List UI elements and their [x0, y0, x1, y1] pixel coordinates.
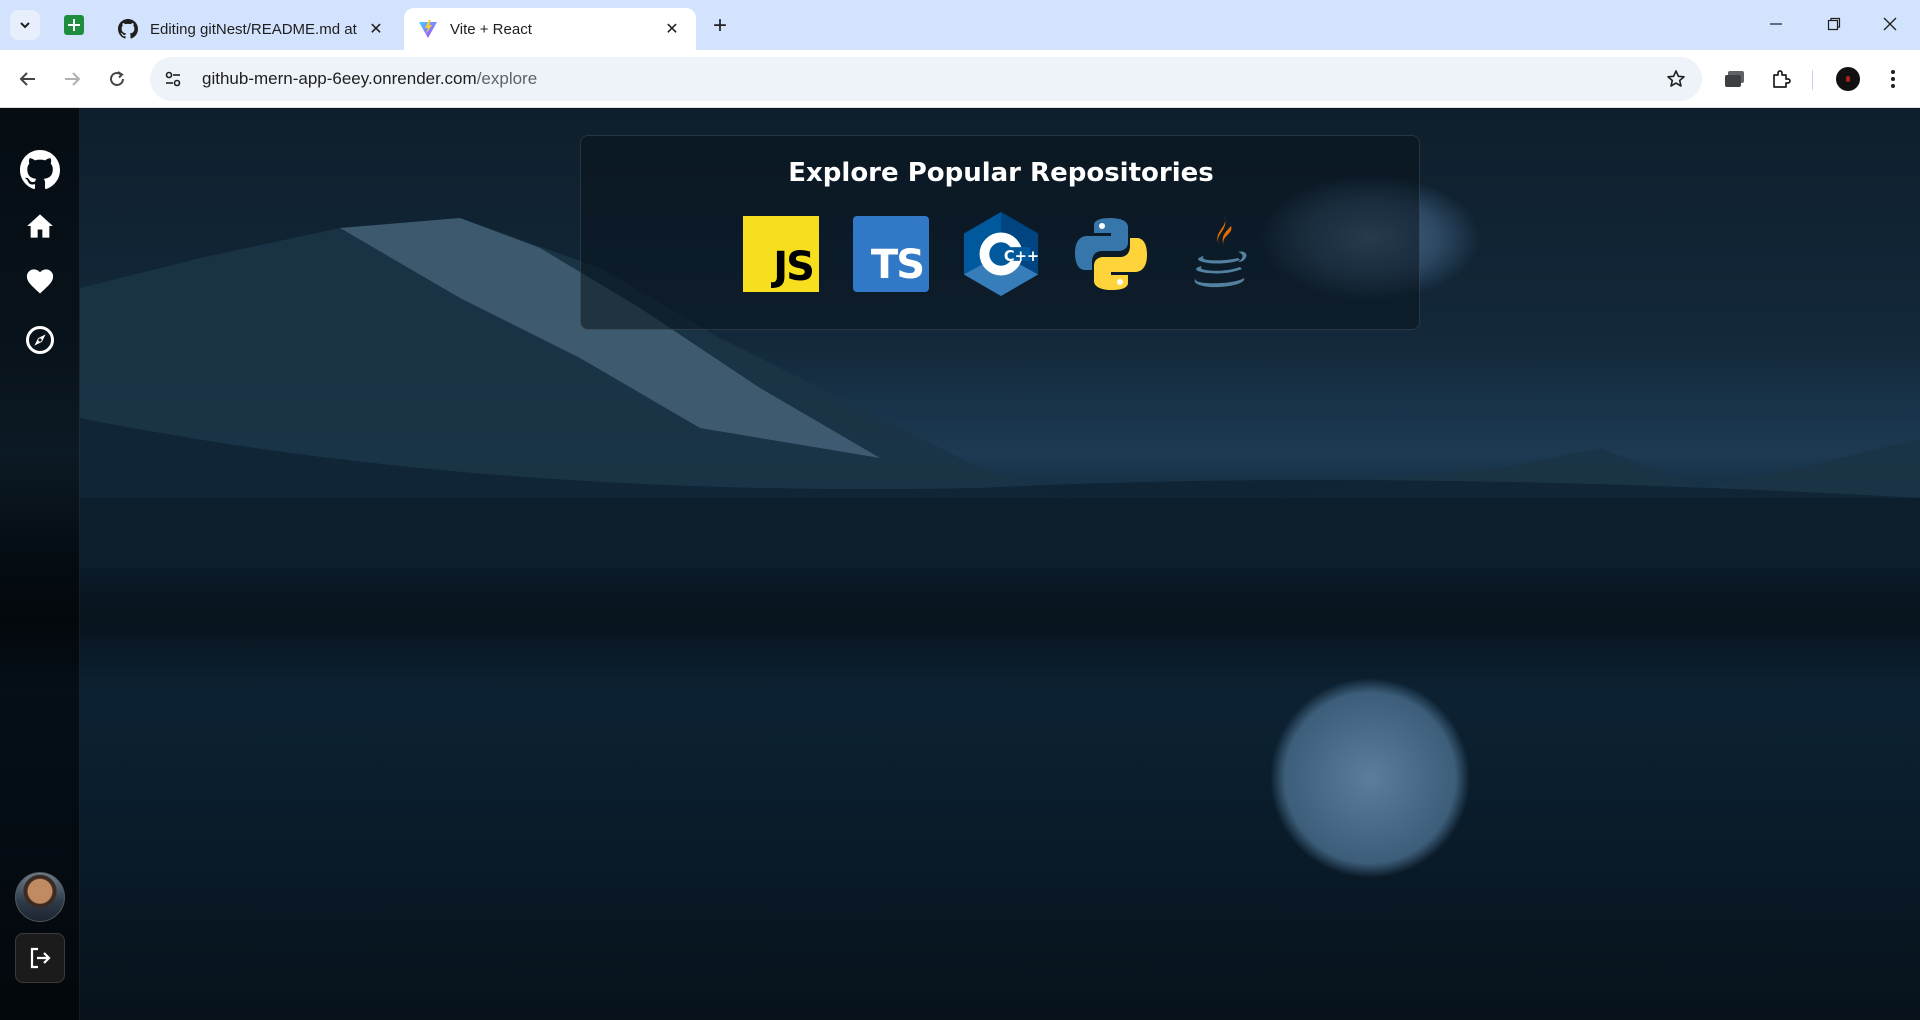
restore-icon[interactable] — [1806, 0, 1862, 48]
cpp-logo-icon: C++ — [963, 212, 1039, 296]
back-button[interactable] — [13, 64, 43, 94]
explore-compass-icon[interactable] — [20, 320, 60, 360]
url-path: /explore — [476, 69, 538, 88]
python-logo-icon — [1075, 218, 1147, 290]
page-viewport: Explore Popular Repositories JS TS C++ — [0, 108, 1920, 1020]
js-logo-text: JS — [773, 244, 815, 290]
tab-title: Vite + React — [450, 20, 532, 38]
close-window-icon[interactable] — [1862, 0, 1918, 48]
cpp-logo-text: C++ — [1004, 248, 1039, 265]
url-host: github-mern-app-6eey.onrender.com — [202, 69, 477, 88]
new-tab-button[interactable]: + — [706, 12, 734, 40]
profile-avatar-icon — [1836, 67, 1860, 91]
reload-icon — [110, 71, 124, 86]
media-icon[interactable] — [1722, 66, 1748, 92]
tab-vite[interactable]: Vite + React ✕ — [404, 8, 696, 50]
github-logo-icon[interactable] — [20, 150, 60, 190]
site-info-icon[interactable] — [156, 62, 190, 96]
page-title: Explore Popular Repositories — [788, 158, 1214, 188]
chevron-down-icon — [20, 22, 30, 29]
tab-search-button[interactable] — [10, 10, 40, 40]
address-bar[interactable]: github-mern-app-6eey.onrender.com/explor… — [150, 57, 1702, 101]
menu-kebab-icon[interactable] — [1880, 66, 1906, 92]
minimize-icon[interactable] — [1748, 0, 1804, 48]
home-icon[interactable] — [20, 206, 60, 246]
javascript-logo-icon: JS — [743, 216, 819, 292]
pinned-tab-sheets[interactable] — [60, 12, 88, 38]
bookmark-star-icon[interactable] — [1664, 67, 1688, 91]
avatar[interactable] — [15, 872, 65, 922]
language-python[interactable] — [1071, 214, 1151, 294]
arrow-left-icon — [19, 72, 35, 86]
google-sheets-icon — [64, 15, 84, 35]
close-icon[interactable]: ✕ — [366, 19, 386, 39]
typescript-logo-icon: TS — [853, 216, 929, 292]
language-typescript[interactable]: TS — [851, 214, 931, 294]
logout-button[interactable] — [15, 933, 65, 983]
browser-toolbar: github-mern-app-6eey.onrender.com/explor… — [0, 50, 1920, 108]
vite-icon — [418, 19, 438, 39]
java-logo-icon — [1194, 216, 1247, 288]
ts-logo-text: TS — [870, 242, 925, 288]
tab-readme[interactable]: Editing gitNest/README.md at ✕ — [104, 8, 400, 50]
logout-icon — [30, 947, 51, 969]
heart-icon[interactable] — [20, 261, 60, 301]
explore-panel: Explore Popular Repositories JS TS C++ — [580, 135, 1420, 330]
sidebar — [0, 108, 80, 1020]
extensions-icon[interactable] — [1768, 66, 1794, 92]
close-icon[interactable]: ✕ — [662, 19, 682, 39]
reload-button[interactable] — [102, 64, 132, 94]
arrow-right-icon — [65, 72, 81, 86]
tab-title: Editing gitNest/README.md at — [150, 20, 357, 38]
forward-button[interactable] — [57, 64, 87, 94]
url-text: github-mern-app-6eey.onrender.com/explor… — [202, 69, 537, 89]
profile-button[interactable] — [1835, 66, 1861, 92]
language-javascript[interactable]: JS — [741, 214, 821, 294]
language-cpp[interactable]: C++ — [961, 212, 1041, 296]
tab-strip: Editing gitNest/README.md at ✕ Vite + Re… — [0, 0, 1920, 50]
language-java[interactable] — [1181, 214, 1261, 294]
github-icon — [118, 19, 138, 39]
toolbar-separator — [1812, 70, 1813, 90]
